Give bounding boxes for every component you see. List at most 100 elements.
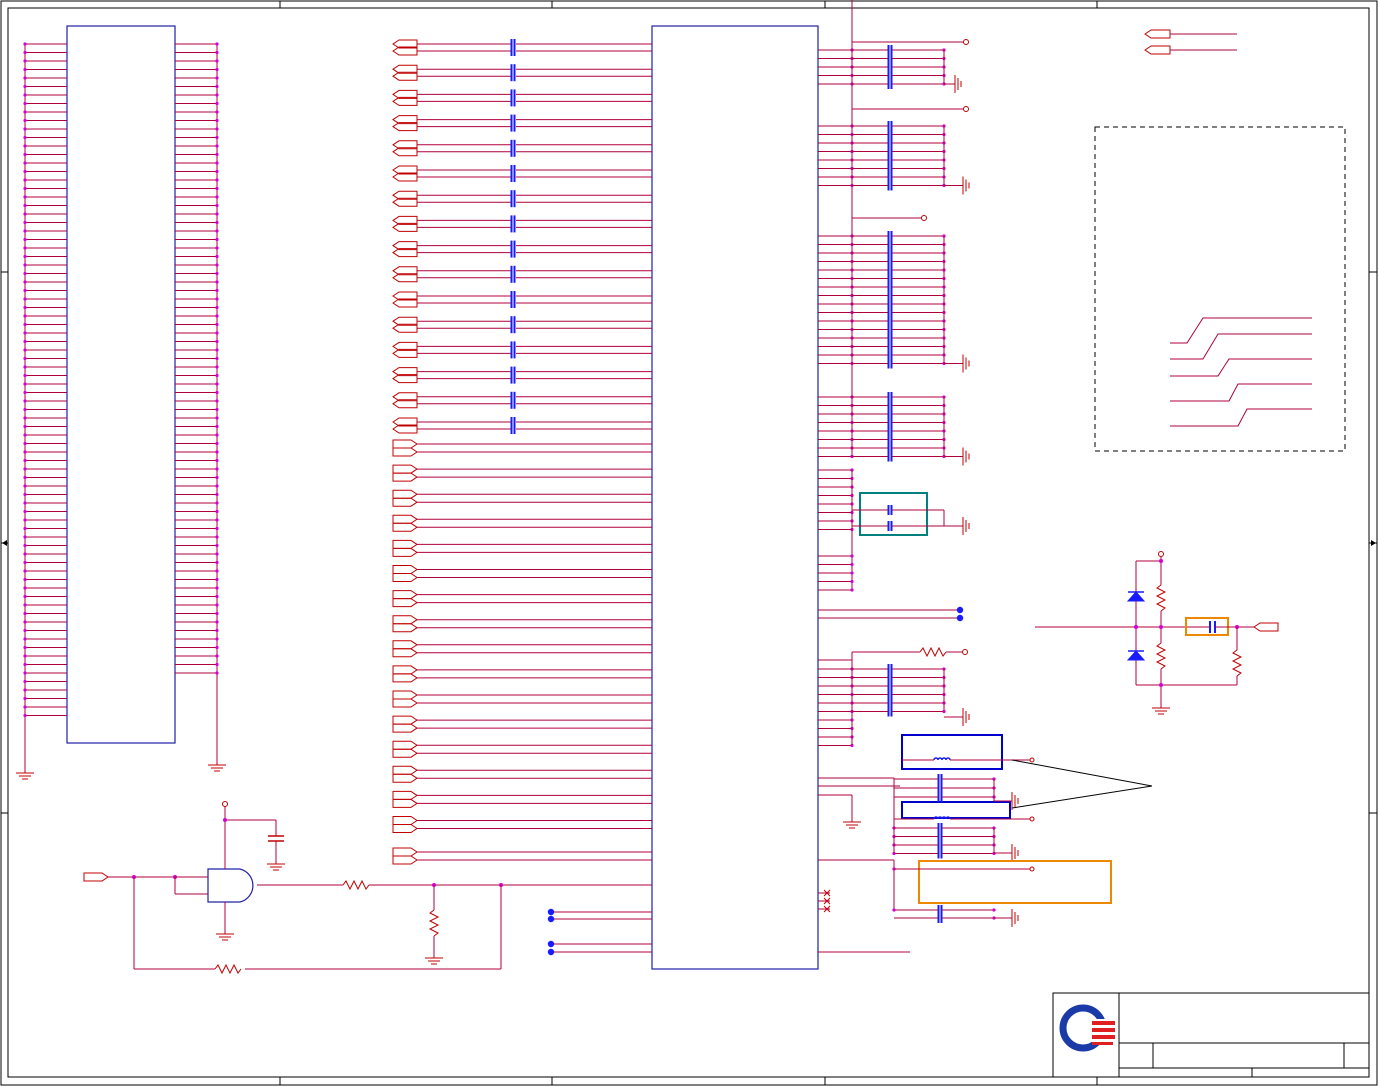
junction-dot [850,562,854,567]
coupling-capacitor [510,247,516,258]
decoupling-capacitor [887,180,893,191]
connector-pin-dot [215,305,219,310]
filter-boxes [818,734,1153,862]
input-port-symbol [392,690,418,700]
decoupling-group-4 [818,0,970,466]
connector-pin-dot [23,220,27,225]
title-block [1052,992,1370,1078]
ac-input-pair [392,291,652,308]
connector-pin-dot [215,76,219,80]
connector-pin-dot [215,654,219,658]
connector-pin-dot [23,705,27,709]
input-port-symbol [392,665,418,675]
input-port-symbol [392,748,418,758]
connector-pin-dot [215,662,219,667]
direct-input-pair [392,690,652,708]
coupling-capacitor [510,398,516,409]
connector-pin-dot [215,178,219,182]
connector-pin-dot [23,203,27,208]
connector-pin-dot [23,543,27,548]
connector-right-pins [175,42,226,772]
connector-pin-dot [23,186,27,191]
coupling-capacitor [510,172,516,182]
connector-pin-dot [23,450,27,454]
connector-pin-dot [23,662,27,667]
connector-pin-dot [215,560,219,565]
connector-pin-dot [215,50,219,55]
connector-pin-dot [23,84,27,89]
direct-input-pair [392,715,652,733]
power-port [963,39,969,45]
direct-input-pair [392,640,652,658]
connector-pin-dot [215,195,219,199]
ac-input-pair [392,341,652,359]
connector-pin-dot [23,42,27,46]
decoupling-capacitor [937,848,943,859]
ground-symbol [425,950,443,965]
connector-pin-dot [215,331,219,335]
connector-pin-dot [23,144,27,148]
coupling-capacitor [510,46,516,56]
input-port-symbol [392,673,418,683]
power-port [962,649,968,655]
direct-input-pair [392,539,652,557]
coupling-capacitor [510,121,516,132]
connector-pin-dot [215,229,219,233]
highlight-box-blue [901,734,1003,770]
connector-pin-dot [23,509,27,514]
connector-pin-dot [23,628,27,633]
company-logo [1059,1004,1116,1052]
main-ic [651,25,819,970]
connector-pin-dot [215,620,219,624]
connector-pin-dot [215,365,219,369]
inductor [933,757,951,761]
connector-pin-dot [215,399,219,403]
connector-pin-dot [23,399,27,403]
ac-input-pair [392,417,652,434]
ac-input-pair [392,139,652,157]
direct-input-pair [392,847,652,865]
connector-pin-dot [215,263,219,267]
direct-input-ports [392,439,652,865]
ac-input-pair [392,165,652,182]
connector-pin-dot [215,645,219,650]
reset-gate-circuit [83,801,652,975]
connector-pin-dot [23,696,27,701]
connector-pin-dot [23,603,27,607]
input-port-symbol [392,447,418,457]
coupling-capacitor [510,146,516,157]
ground-symbol [216,926,234,941]
resistor [919,646,947,658]
connector-pin-dot [215,586,219,590]
input-port-symbol [392,790,418,800]
ac-input-pair [392,366,652,384]
connector-pin-dot [215,152,219,157]
connector-pin-dot [215,577,219,582]
connector-pin-dot [23,586,27,590]
ac-input-pair [392,265,652,283]
connector-pin-dot [215,416,219,420]
coupling-capacitor [510,424,516,434]
connector-pin-dot [23,178,27,182]
direct-input-pair [392,665,652,683]
sheet-frame [0,0,1378,1086]
input-port-symbol [392,698,418,708]
connector-pin-dot [23,467,27,471]
decoupling-capacitor [887,521,893,531]
input-port-symbol [392,715,418,725]
connector-pin-dot [23,314,27,318]
connector-pin-dot [23,526,27,531]
decoupling-capacitor [937,783,943,793]
connector-pin-dot [215,450,219,454]
ground-symbol [1152,700,1170,715]
connector-pin-dot [23,331,27,335]
connector-pin-dot [23,356,27,361]
ground-symbol [962,176,970,195]
decoupling-capacitor [887,79,893,89]
connector-pin-dot [23,654,27,658]
connector-pin-dot [215,127,219,131]
ac-input-pair [392,64,652,82]
callout-line [1011,759,1153,787]
connector-pin-dot [215,467,219,471]
connector-pin-dot [215,407,219,412]
